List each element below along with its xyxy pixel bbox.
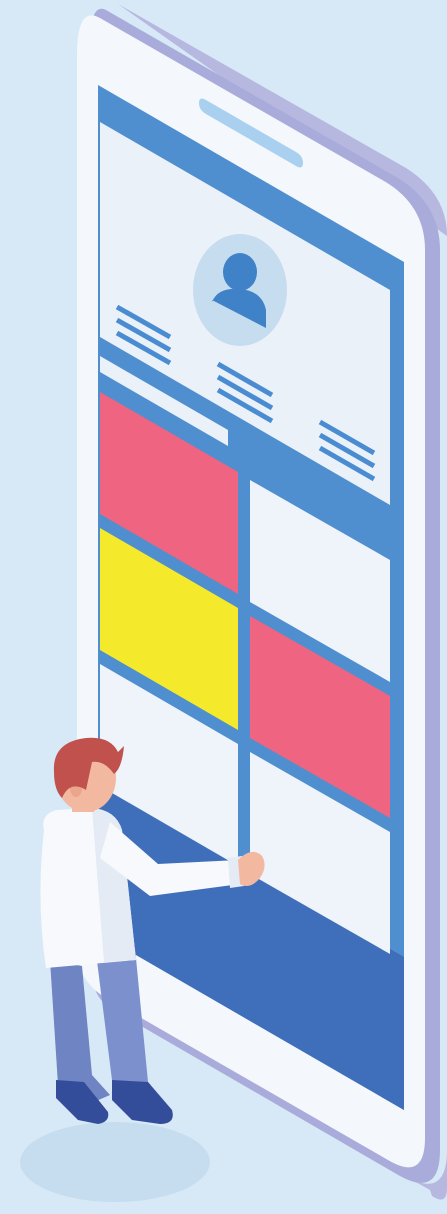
user-avatar-icon — [193, 234, 287, 346]
isometric-phone-illustration — [0, 0, 447, 1214]
ground-shadow — [20, 1122, 210, 1202]
